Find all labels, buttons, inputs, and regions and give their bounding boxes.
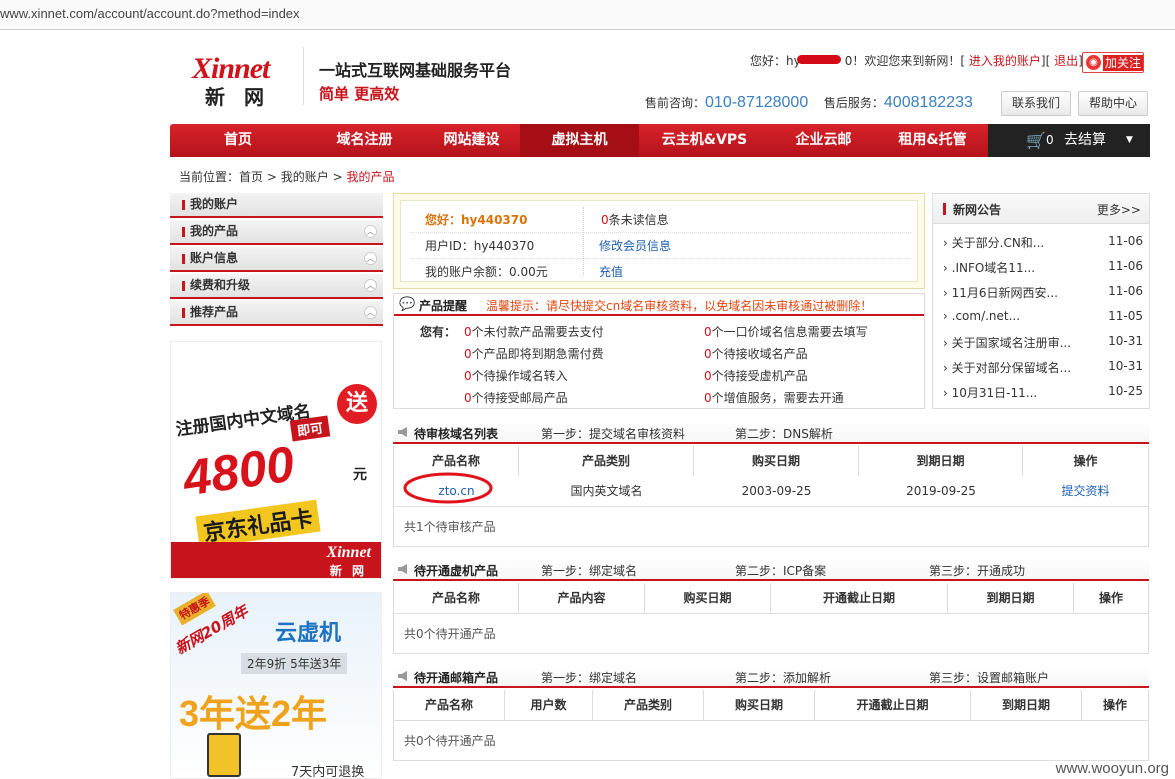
reminder-item[interactable]: 0个未付款产品需要去支付: [464, 323, 604, 340]
notice-panel: 新网公告 更多>> › 关于部分.CN和... 11-06 › .INFO域名11…: [932, 193, 1150, 409]
reminder-item[interactable]: 0个增值服务，需要去开通: [704, 389, 844, 406]
speaker-icon: [398, 427, 407, 437]
url-text[interactable]: www.xinnet.com/account/account.do?method…: [0, 6, 300, 21]
nav-cloud[interactable]: 云主机&VPS: [639, 124, 770, 157]
reminder-item[interactable]: 0个待接收域名产品: [704, 345, 808, 362]
annotation-circle: [403, 472, 493, 504]
reminder-item[interactable]: 0个一口价域名信息需要去填写: [704, 323, 868, 340]
browser-url-bar[interactable]: www.xinnet.com/account/account.do?method…: [0, 0, 1175, 30]
notice-item[interactable]: › .INFO域名11... 11-06: [943, 259, 1143, 276]
weibo-follow-button[interactable]: ◉ 加关注: [1082, 52, 1144, 73]
logout-link[interactable]: 退出: [1054, 54, 1078, 68]
nav-home[interactable]: 首页: [170, 124, 306, 157]
reminder-warning: 温馨提示：请尽快提交cn域名审核资料，以免域名因未审核通过被删除！: [486, 299, 873, 313]
sidebar-item-recommend[interactable]: 推荐产品 ︿: [170, 301, 383, 326]
chevron-up-icon[interactable]: ︿: [364, 306, 377, 319]
main-nav: 首页 域名注册 网站建设 虚拟主机 云主机&VPS 企业云邮 租用&托管 🛒 0…: [170, 124, 1150, 157]
pending-hosts-table: 产品名称 产品内容 购买日期 开通截止日期 到期日期 操作: [393, 583, 1149, 614]
sidebar-item-renew[interactable]: 续费和升级 ︿: [170, 274, 383, 299]
notice-item[interactable]: › 11月6日新网西安... 11-06: [943, 284, 1143, 301]
speaker-icon: [398, 564, 407, 574]
account-summary: 您好：hy440370 0条未读信息 用户ID：hy440370 修改会员信息 …: [393, 193, 925, 289]
logo-cn: 新 网: [205, 85, 270, 109]
cart-button[interactable]: 🛒 0 去结算 ▼: [988, 124, 1150, 157]
slogan-main: 一站式互联网基础服务平台: [319, 61, 512, 80]
watermark: www.wooyun.org: [1055, 760, 1169, 777]
hotline: 售前咨询：010-87128000 售后服务：4008182233: [645, 94, 973, 111]
recharge-link[interactable]: 充值: [599, 263, 623, 280]
chevron-up-icon[interactable]: ︿: [364, 279, 377, 292]
promo-banner-domain[interactable]: 注册国内中文域名 送 即可 4800 元 京东礼品卡 Xinnet 新 网: [170, 341, 382, 579]
notice-more-link[interactable]: 更多>>: [1097, 201, 1141, 218]
reminder-item[interactable]: 0个产品即将到期急需付费: [464, 345, 604, 362]
account-greeting: 您好：hy440370: [425, 213, 528, 227]
chevron-up-icon[interactable]: ︿: [364, 252, 377, 265]
notice-item[interactable]: › 关于部分.CN和... 11-06: [943, 234, 1143, 251]
ad2-title: 云虚机: [275, 621, 342, 646]
promo-banner-cloud[interactable]: 特惠季 新网20周年 云虚机 2年9折 5年送3年 3年送2年 7天内可退换: [170, 592, 382, 779]
cart-icon: 🛒: [1026, 131, 1046, 150]
notice-item[interactable]: › 关于对部分保留域名... 10-31: [943, 359, 1143, 376]
sidebar-item-account[interactable]: 我的账户: [170, 193, 383, 218]
presales-phone: 010-87128000: [705, 94, 809, 111]
nav-hosting[interactable]: 虚拟主机: [520, 124, 639, 157]
speaker-icon: [398, 671, 407, 681]
reminder-item[interactable]: 0个待接受虚机产品: [704, 367, 808, 384]
sidebar-item-products[interactable]: 我的产品 ︿: [170, 220, 383, 245]
submit-docs-link[interactable]: 提交资料: [1023, 476, 1148, 506]
pending-domains-footer: 共1个待审核产品: [393, 507, 1149, 547]
reminder-title: 产品提醒: [419, 299, 468, 313]
unread-messages[interactable]: 0条未读信息: [601, 211, 669, 228]
ad1-footer: Xinnet 新 网: [171, 542, 381, 578]
nav-website[interactable]: 网站建设: [423, 124, 520, 157]
chevron-down-icon: ▼: [1126, 135, 1133, 145]
chevron-up-icon[interactable]: ︿: [364, 225, 377, 238]
speech-bubble-icon: 💬: [399, 297, 416, 312]
weibo-icon: ◉: [1086, 55, 1101, 70]
ad2-big: 3年送2年: [179, 693, 328, 734]
crumb-current: 我的产品: [346, 170, 395, 184]
pending-mail-table: 产品名称 用户数 产品类别 购买日期 开通截止日期 到期日期 操作: [393, 690, 1149, 721]
help-center-button[interactable]: 帮助中心: [1078, 91, 1148, 116]
redaction-mark: [797, 55, 841, 64]
ad1-amount: 4800: [179, 435, 298, 507]
aftersales-phone: 4008182233: [883, 94, 973, 111]
ad1-line2: 即可: [289, 415, 331, 442]
ad2-refund: 7天内可退换: [291, 765, 365, 779]
ad1-unit: 元: [353, 467, 367, 483]
account-balance: 我的账户余额：0.00元: [425, 265, 548, 279]
logo-divider: [303, 47, 304, 105]
pending-mail-header: 待开通邮箱产品 第一步：绑定域名 第二步：添加解析 第三步：设置邮箱账户: [393, 666, 1149, 688]
crumb-home[interactable]: 首页: [239, 170, 263, 184]
pending-mail-footer: 共0个待开通产品: [393, 721, 1149, 761]
ad2-mascot: [207, 733, 241, 777]
nav-domain[interactable]: 域名注册: [306, 124, 423, 157]
notice-item[interactable]: › 10月31日-11... 10-25: [943, 384, 1143, 401]
contact-us-button[interactable]: 联系我们: [1001, 91, 1071, 116]
notice-item[interactable]: › .com/.net... 11-05: [943, 309, 1143, 323]
account-link[interactable]: 进入我的账户: [969, 54, 1041, 68]
ad2-promo: 2年9折 5年送3年: [241, 653, 348, 674]
pending-domains-header: 待审核域名列表 第一步：提交域名审核资料 第二步：DNS解析: [393, 422, 1149, 444]
pending-hosts-footer: 共0个待开通产品: [393, 614, 1149, 654]
breadcrumb: 当前位置：首页 > 我的账户 > 我的产品: [179, 170, 395, 184]
edit-member-link[interactable]: 修改会员信息: [599, 237, 671, 254]
slogan-sub: 简单 更高效: [319, 85, 400, 103]
user-id: 用户ID：hy440370: [425, 239, 535, 253]
notice-title: 新网公告: [953, 203, 1002, 217]
ad1-free-badge: 送: [337, 384, 377, 424]
reminder-item[interactable]: 0个待接受邮局产品: [464, 389, 568, 406]
crumb-account[interactable]: 我的账户: [281, 170, 329, 184]
pending-hosts-header: 待开通虚机产品 第一步：绑定域名 第二步：ICP备案 第三步：开通成功: [393, 559, 1149, 581]
cart-count: 0: [1046, 133, 1054, 147]
nav-mail[interactable]: 企业云邮: [770, 124, 877, 157]
sidebar-item-account-info[interactable]: 账户信息 ︿: [170, 247, 383, 272]
product-reminder: 💬 产品提醒 温馨提示：请尽快提交cn域名审核资料，以免域名因未审核通过被删除！…: [393, 293, 925, 409]
notice-item[interactable]: › 关于国家域名注册审... 10-31: [943, 334, 1143, 351]
nav-rent[interactable]: 租用&托管: [877, 124, 988, 157]
reminder-item[interactable]: 0个待操作域名转入: [464, 367, 568, 384]
pending-domains-table: 产品名称 产品类别 购买日期 到期日期 操作 zto.cn 国内英文域名 200…: [393, 446, 1149, 507]
